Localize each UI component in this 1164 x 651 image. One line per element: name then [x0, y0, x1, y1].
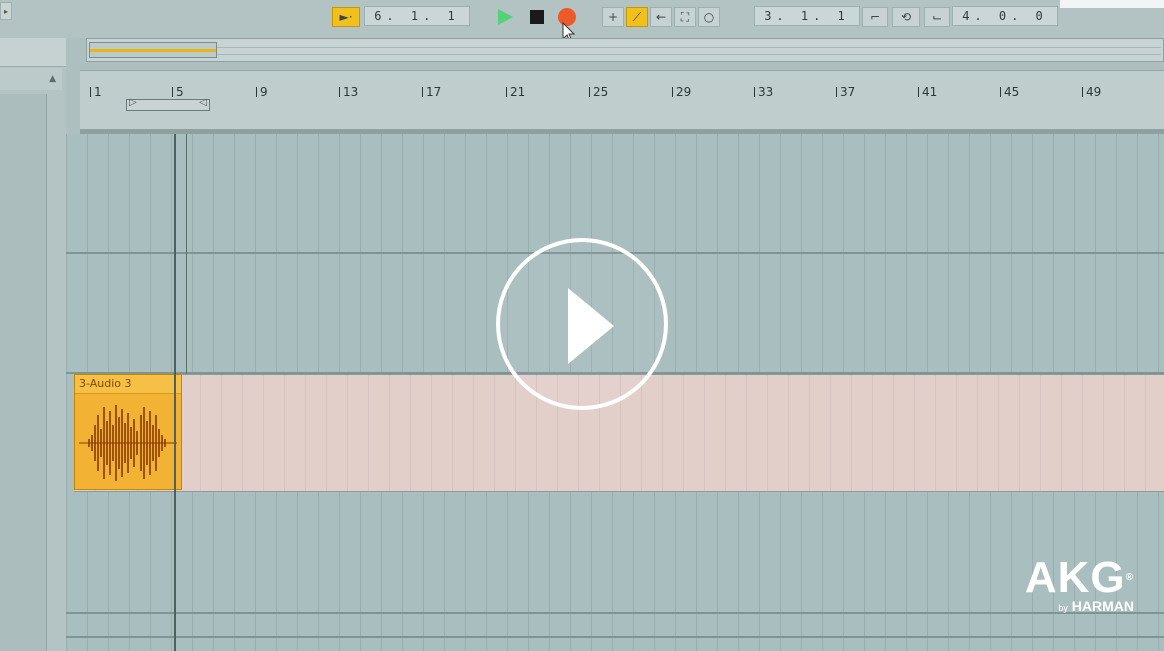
bar-number: 17 [421, 85, 442, 99]
bar-number: 29 [671, 85, 692, 99]
menu-toggle-button[interactable]: ▸ [0, 2, 12, 20]
plus-icon: + [607, 10, 619, 24]
browser-list[interactable] [0, 94, 47, 651]
loop-length-value: 4. 0. 0 [962, 9, 1048, 23]
arrangement-position-display[interactable]: 6. 1. 1 [364, 6, 470, 26]
punch-in-icon: ⌐ [869, 10, 881, 24]
loop-start-marker-icon[interactable]: ▷ [129, 97, 137, 108]
play-triangle-icon [568, 288, 614, 364]
arrow-left-icon: ← [655, 10, 667, 24]
bar-number: 49 [1081, 85, 1102, 99]
play-icon [498, 9, 513, 25]
arrangement-position-value: 6. 1. 1 [374, 9, 460, 23]
bar-number: 25 [588, 85, 609, 99]
follow-button[interactable]: ►· [332, 7, 360, 27]
bar-number: 33 [753, 85, 774, 99]
playhead [174, 134, 176, 651]
bar-number: 21 [505, 85, 526, 99]
bar-number: 37 [835, 85, 856, 99]
bar-number: 5 [172, 85, 184, 99]
beat-time-ruler[interactable]: 1 5 9 13 17 21 25 29 33 37 41 45 49 ▷ ◁ [80, 70, 1164, 135]
bar-number: 1 [90, 85, 102, 99]
browser-header [0, 38, 66, 67]
transport-bar: ▸ ►· 6. 1. 1 + ⟋ ← ⛶ ○ 3. 1. 1 ⌐ ⟲ ⌙ 4. … [0, 0, 1164, 43]
akg-logo: AKG® by HARMAN [984, 556, 1134, 616]
circle-icon: ○ [703, 10, 715, 24]
loop-start-value: 3. 1. 1 [764, 9, 850, 23]
loop-end-marker-icon[interactable]: ◁ [199, 97, 207, 108]
punch-out-icon: ⌙ [931, 10, 943, 24]
logo-by: by [1058, 603, 1068, 613]
loop-brace[interactable]: ▷ ◁ [126, 97, 210, 111]
loop-start-display[interactable]: 3. 1. 1 [754, 6, 860, 26]
track-separator[interactable] [66, 636, 1164, 638]
overview-track-stripes [217, 47, 1161, 55]
audio-clip[interactable]: 3-Audio 3 [74, 374, 182, 490]
automation-arm-button[interactable]: ⟋ [626, 7, 648, 27]
logo-parent: HARMAN [1071, 598, 1134, 614]
loop-icon: ⟲ [900, 10, 912, 24]
back-to-arrangement-button[interactable]: ← [650, 7, 672, 27]
punch-out-button[interactable]: ⌙ [924, 7, 950, 27]
bar-number: 45 [999, 85, 1020, 99]
overview-selection[interactable] [89, 42, 217, 58]
waveform [79, 405, 177, 481]
session-record-button[interactable]: ○ [698, 7, 720, 27]
play-button[interactable] [494, 7, 516, 27]
logo-brand: AKG [1024, 553, 1126, 602]
follow-arrow-icon: ►· [339, 10, 353, 24]
stop-icon [530, 10, 544, 24]
arrangement-overview[interactable] [86, 38, 1164, 62]
insert-marker [186, 134, 187, 374]
bar-number: 13 [338, 85, 359, 99]
overdub-button[interactable]: + [602, 7, 624, 27]
play-circle-icon[interactable] [496, 238, 668, 410]
capture-button[interactable]: ⛶ [674, 7, 696, 27]
bar-number: 41 [917, 85, 938, 99]
collapse-triangle-icon[interactable]: ▲ [49, 74, 56, 84]
registered-mark: ® [1125, 572, 1134, 583]
window-edge [1060, 0, 1164, 8]
bar-number: 9 [256, 85, 268, 99]
loop-switch-button[interactable]: ⟲ [892, 7, 920, 27]
clip-name: 3-Audio 3 [79, 377, 132, 390]
browser-panel: ▲ [0, 38, 66, 651]
capture-icon: ⛶ [680, 9, 690, 24]
punch-in-button[interactable]: ⌐ [862, 7, 888, 27]
automation-icon: ⟋ [632, 9, 642, 24]
stop-button[interactable] [526, 7, 548, 27]
loop-length-display[interactable]: 4. 0. 0 [952, 6, 1058, 26]
